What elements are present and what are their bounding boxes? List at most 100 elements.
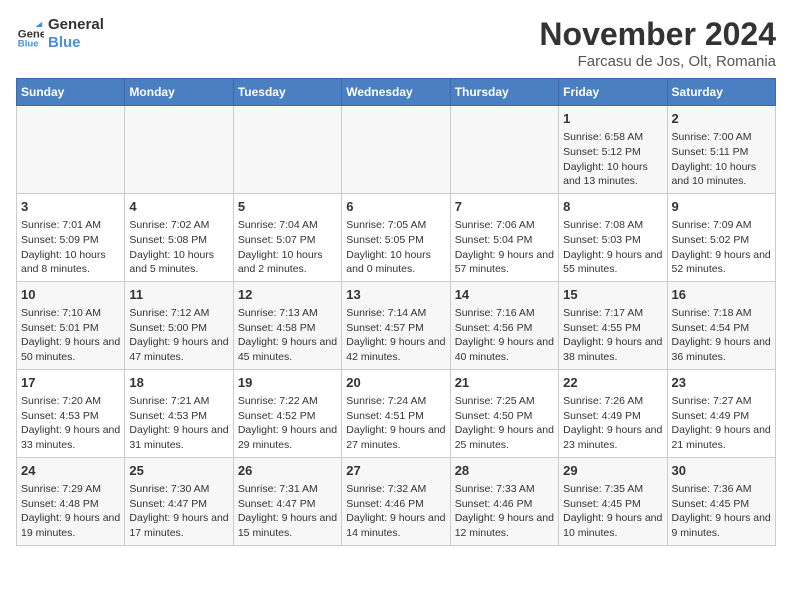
calendar-cell: 9 Sunrise: 7:09 AM Sunset: 5:02 PM Daylig… xyxy=(667,193,775,281)
day-number: 11 xyxy=(129,286,228,304)
day-info: Sunrise: 7:04 AM Sunset: 5:07 PM Dayligh… xyxy=(238,218,337,277)
day-number: 25 xyxy=(129,462,228,480)
calendar-cell: 29Sunrise: 7:35 AM Sunset: 4:45 PM Dayli… xyxy=(559,457,667,545)
calendar-row: 17 Sunrise: 7:20 AM Sunset: 4:53 PM Dayli… xyxy=(17,369,776,457)
day-number: 13 xyxy=(346,286,445,304)
svg-text:Blue: Blue xyxy=(18,38,39,48)
logo: General Blue General Blue xyxy=(16,16,104,52)
calendar-cell: 16Sunrise: 7:18 AM Sunset: 4:54 PM Dayli… xyxy=(667,281,775,369)
calendar-cell: 18 Sunrise: 7:21 AM Sunset: 4:53 PM Dayli… xyxy=(125,369,233,457)
day-number: 4 xyxy=(129,198,228,216)
day-number: 21 xyxy=(455,374,554,392)
calendar-cell xyxy=(125,106,233,194)
calendar-cell: 10Sunrise: 7:10 AM Sunset: 5:01 PM Dayli… xyxy=(17,281,125,369)
day-info: Sunrise: 7:13 AM Sunset: 4:58 PM Dayligh… xyxy=(238,306,337,365)
day-number: 17 xyxy=(21,374,120,392)
day-info: Sunrise: 7:02 AM Sunset: 5:08 PM Dayligh… xyxy=(129,218,228,277)
calendar-cell: 3 Sunrise: 7:01 AM Sunset: 5:09 PM Daylig… xyxy=(17,193,125,281)
calendar-cell: 25Sunrise: 7:30 AM Sunset: 4:47 PM Dayli… xyxy=(125,457,233,545)
calendar-cell: 22 Sunrise: 7:26 AM Sunset: 4:49 PM Dayli… xyxy=(559,369,667,457)
day-number: 7 xyxy=(455,198,554,216)
calendar-cell xyxy=(342,106,450,194)
day-number: 1 xyxy=(563,110,662,128)
header-cell-wednesday: Wednesday xyxy=(342,79,450,106)
day-number: 27 xyxy=(346,462,445,480)
calendar-row: 10Sunrise: 7:10 AM Sunset: 5:01 PM Dayli… xyxy=(17,281,776,369)
header-cell-monday: Monday xyxy=(125,79,233,106)
day-number: 8 xyxy=(563,198,662,216)
logo-icon: General Blue xyxy=(16,20,44,48)
calendar-cell: 17 Sunrise: 7:20 AM Sunset: 4:53 PM Dayli… xyxy=(17,369,125,457)
calendar-cell: 24 Sunrise: 7:29 AM Sunset: 4:48 PM Dayli… xyxy=(17,457,125,545)
calendar-cell: 19 Sunrise: 7:22 AM Sunset: 4:52 PM Dayli… xyxy=(233,369,341,457)
day-info: Sunrise: 7:05 AM Sunset: 5:05 PM Dayligh… xyxy=(346,218,445,277)
day-number: 20 xyxy=(346,374,445,392)
calendar-cell: 28Sunrise: 7:33 AM Sunset: 4:46 PM Dayli… xyxy=(450,457,558,545)
day-info: Sunrise: 7:24 AM Sunset: 4:51 PM Dayligh… xyxy=(346,394,445,453)
day-number: 24 xyxy=(21,462,120,480)
main-title: November 2024 xyxy=(539,16,776,53)
day-info: Sunrise: 7:18 AM Sunset: 4:54 PM Dayligh… xyxy=(672,306,771,365)
calendar-cell: 7 Sunrise: 7:06 AM Sunset: 5:04 PM Daylig… xyxy=(450,193,558,281)
day-info: Sunrise: 7:25 AM Sunset: 4:50 PM Dayligh… xyxy=(455,394,554,453)
header-row: SundayMondayTuesdayWednesdayThursdayFrid… xyxy=(17,79,776,106)
day-number: 19 xyxy=(238,374,337,392)
day-info: Sunrise: 7:17 AM Sunset: 4:55 PM Dayligh… xyxy=(563,306,662,365)
day-info: Sunrise: 7:27 AM Sunset: 4:49 PM Dayligh… xyxy=(672,394,771,453)
day-info: Sunrise: 7:20 AM Sunset: 4:53 PM Dayligh… xyxy=(21,394,120,453)
day-number: 22 xyxy=(563,374,662,392)
calendar-cell: 27 Sunrise: 7:32 AM Sunset: 4:46 PM Dayli… xyxy=(342,457,450,545)
calendar-cell xyxy=(450,106,558,194)
header-cell-thursday: Thursday xyxy=(450,79,558,106)
header-cell-sunday: Sunday xyxy=(17,79,125,106)
day-info: Sunrise: 6:58 AM Sunset: 5:12 PM Dayligh… xyxy=(563,130,662,189)
calendar-row: 1 Sunrise: 6:58 AM Sunset: 5:12 PM Daylig… xyxy=(17,106,776,194)
day-info: Sunrise: 7:29 AM Sunset: 4:48 PM Dayligh… xyxy=(21,482,120,541)
day-info: Sunrise: 7:36 AM Sunset: 4:45 PM Dayligh… xyxy=(672,482,771,541)
subtitle: Farcasu de Jos, Olt, Romania xyxy=(539,53,776,70)
calendar-cell xyxy=(17,106,125,194)
day-info: Sunrise: 7:09 AM Sunset: 5:02 PM Dayligh… xyxy=(672,218,771,277)
day-number: 3 xyxy=(21,198,120,216)
calendar-table: SundayMondayTuesdayWednesdayThursdayFrid… xyxy=(16,78,776,546)
day-info: Sunrise: 7:14 AM Sunset: 4:57 PM Dayligh… xyxy=(346,306,445,365)
day-number: 18 xyxy=(129,374,228,392)
day-number: 23 xyxy=(672,374,771,392)
calendar-cell: 1 Sunrise: 6:58 AM Sunset: 5:12 PM Daylig… xyxy=(559,106,667,194)
day-info: Sunrise: 7:32 AM Sunset: 4:46 PM Dayligh… xyxy=(346,482,445,541)
logo-line1: General xyxy=(48,16,104,34)
day-info: Sunrise: 7:35 AM Sunset: 4:45 PM Dayligh… xyxy=(563,482,662,541)
day-info: Sunrise: 7:12 AM Sunset: 5:00 PM Dayligh… xyxy=(129,306,228,365)
day-info: Sunrise: 7:06 AM Sunset: 5:04 PM Dayligh… xyxy=(455,218,554,277)
title-area: November 2024 Farcasu de Jos, Olt, Roman… xyxy=(539,16,776,70)
calendar-cell: 11 Sunrise: 7:12 AM Sunset: 5:00 PM Dayli… xyxy=(125,281,233,369)
day-info: Sunrise: 7:21 AM Sunset: 4:53 PM Dayligh… xyxy=(129,394,228,453)
calendar-cell: 30 Sunrise: 7:36 AM Sunset: 4:45 PM Dayli… xyxy=(667,457,775,545)
day-info: Sunrise: 7:22 AM Sunset: 4:52 PM Dayligh… xyxy=(238,394,337,453)
day-number: 28 xyxy=(455,462,554,480)
header-area: General Blue General Blue November 2024 … xyxy=(16,16,776,70)
logo-line2: Blue xyxy=(48,34,104,52)
calendar-cell: 15 Sunrise: 7:17 AM Sunset: 4:55 PM Dayli… xyxy=(559,281,667,369)
header-cell-friday: Friday xyxy=(559,79,667,106)
day-info: Sunrise: 7:26 AM Sunset: 4:49 PM Dayligh… xyxy=(563,394,662,453)
calendar-cell xyxy=(233,106,341,194)
calendar-cell: 12 Sunrise: 7:13 AM Sunset: 4:58 PM Dayli… xyxy=(233,281,341,369)
calendar-cell: 4 Sunrise: 7:02 AM Sunset: 5:08 PM Daylig… xyxy=(125,193,233,281)
calendar-row: 3 Sunrise: 7:01 AM Sunset: 5:09 PM Daylig… xyxy=(17,193,776,281)
day-number: 9 xyxy=(672,198,771,216)
calendar-cell: 26Sunrise: 7:31 AM Sunset: 4:47 PM Dayli… xyxy=(233,457,341,545)
day-info: Sunrise: 7:16 AM Sunset: 4:56 PM Dayligh… xyxy=(455,306,554,365)
header-cell-tuesday: Tuesday xyxy=(233,79,341,106)
calendar-cell: 23 Sunrise: 7:27 AM Sunset: 4:49 PM Dayli… xyxy=(667,369,775,457)
calendar-cell: 8 Sunrise: 7:08 AM Sunset: 5:03 PM Daylig… xyxy=(559,193,667,281)
day-number: 15 xyxy=(563,286,662,304)
day-info: Sunrise: 7:31 AM Sunset: 4:47 PM Dayligh… xyxy=(238,482,337,541)
calendar-cell: 5Sunrise: 7:04 AM Sunset: 5:07 PM Daylig… xyxy=(233,193,341,281)
day-number: 12 xyxy=(238,286,337,304)
day-info: Sunrise: 7:01 AM Sunset: 5:09 PM Dayligh… xyxy=(21,218,120,277)
day-number: 10 xyxy=(21,286,120,304)
day-info: Sunrise: 7:08 AM Sunset: 5:03 PM Dayligh… xyxy=(563,218,662,277)
day-number: 30 xyxy=(672,462,771,480)
day-info: Sunrise: 7:00 AM Sunset: 5:11 PM Dayligh… xyxy=(672,130,771,189)
